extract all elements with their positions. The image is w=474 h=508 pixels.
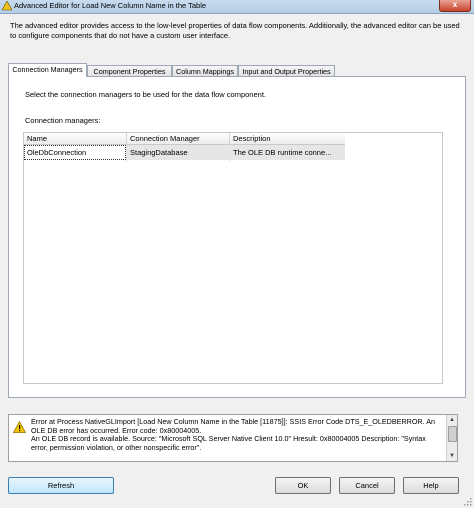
resize-grip-icon[interactable] (464, 498, 472, 506)
tab-panel: Select the connection managers to be use… (8, 76, 466, 398)
close-icon: x (452, 0, 458, 9)
app-icon (2, 1, 12, 11)
title-bar: Advanced Editor for Load New Column Name… (0, 0, 474, 14)
warning-icon (13, 421, 26, 433)
tab-label: Column Mappings (176, 67, 234, 76)
tab-input-output-properties[interactable]: Input and Output Properties (238, 65, 335, 76)
cell-description: The OLE DB runtime conne... (233, 148, 332, 157)
table-row[interactable]: OleDbConnection StagingDatabase The OLE … (24, 145, 345, 160)
error-message-box: Error at Process NativeGLImport [Load Ne… (8, 414, 458, 462)
tab-label: Input and Output Properties (242, 67, 331, 76)
connection-managers-grid[interactable]: Name Connection Manager Description OleD… (23, 132, 443, 384)
connection-managers-label: Connection managers: (25, 116, 101, 125)
intro-text: The advanced editor provides access to t… (10, 21, 460, 40)
cell-name[interactable]: OleDbConnection (24, 145, 126, 160)
window-title: Advanced Editor for Load New Column Name… (14, 1, 207, 10)
cancel-button[interactable]: Cancel (339, 477, 395, 494)
grid-header: Name Connection Manager Description (24, 133, 345, 145)
column-header-name[interactable]: Name (27, 134, 47, 143)
column-header-connection-manager[interactable]: Connection Manager (130, 134, 200, 143)
ok-button[interactable]: OK (275, 477, 331, 494)
tab-column-mappings[interactable]: Column Mappings (172, 65, 238, 76)
error-message-text: Error at Process NativeGLImport [Load Ne… (31, 417, 436, 452)
close-button[interactable]: x (439, 0, 471, 12)
help-button[interactable]: Help (403, 477, 459, 494)
column-header-description[interactable]: Description (233, 134, 271, 143)
tab-component-properties[interactable]: Component Properties (87, 65, 172, 76)
tab-label: Connection Managers (12, 65, 83, 74)
scroll-down-icon[interactable]: ▼ (448, 452, 456, 460)
scroll-thumb[interactable] (448, 426, 457, 442)
scroll-up-icon[interactable]: ▲ (448, 416, 456, 424)
cell-connection-manager[interactable]: StagingDatabase (130, 145, 228, 160)
error-scrollbar[interactable]: ▲ ▼ (446, 415, 457, 461)
tab-connection-managers[interactable]: Connection Managers (8, 63, 87, 77)
tab-label: Component Properties (93, 67, 166, 76)
refresh-button[interactable]: Refresh (8, 477, 114, 494)
instruction-text: Select the connection managers to be use… (25, 90, 266, 99)
